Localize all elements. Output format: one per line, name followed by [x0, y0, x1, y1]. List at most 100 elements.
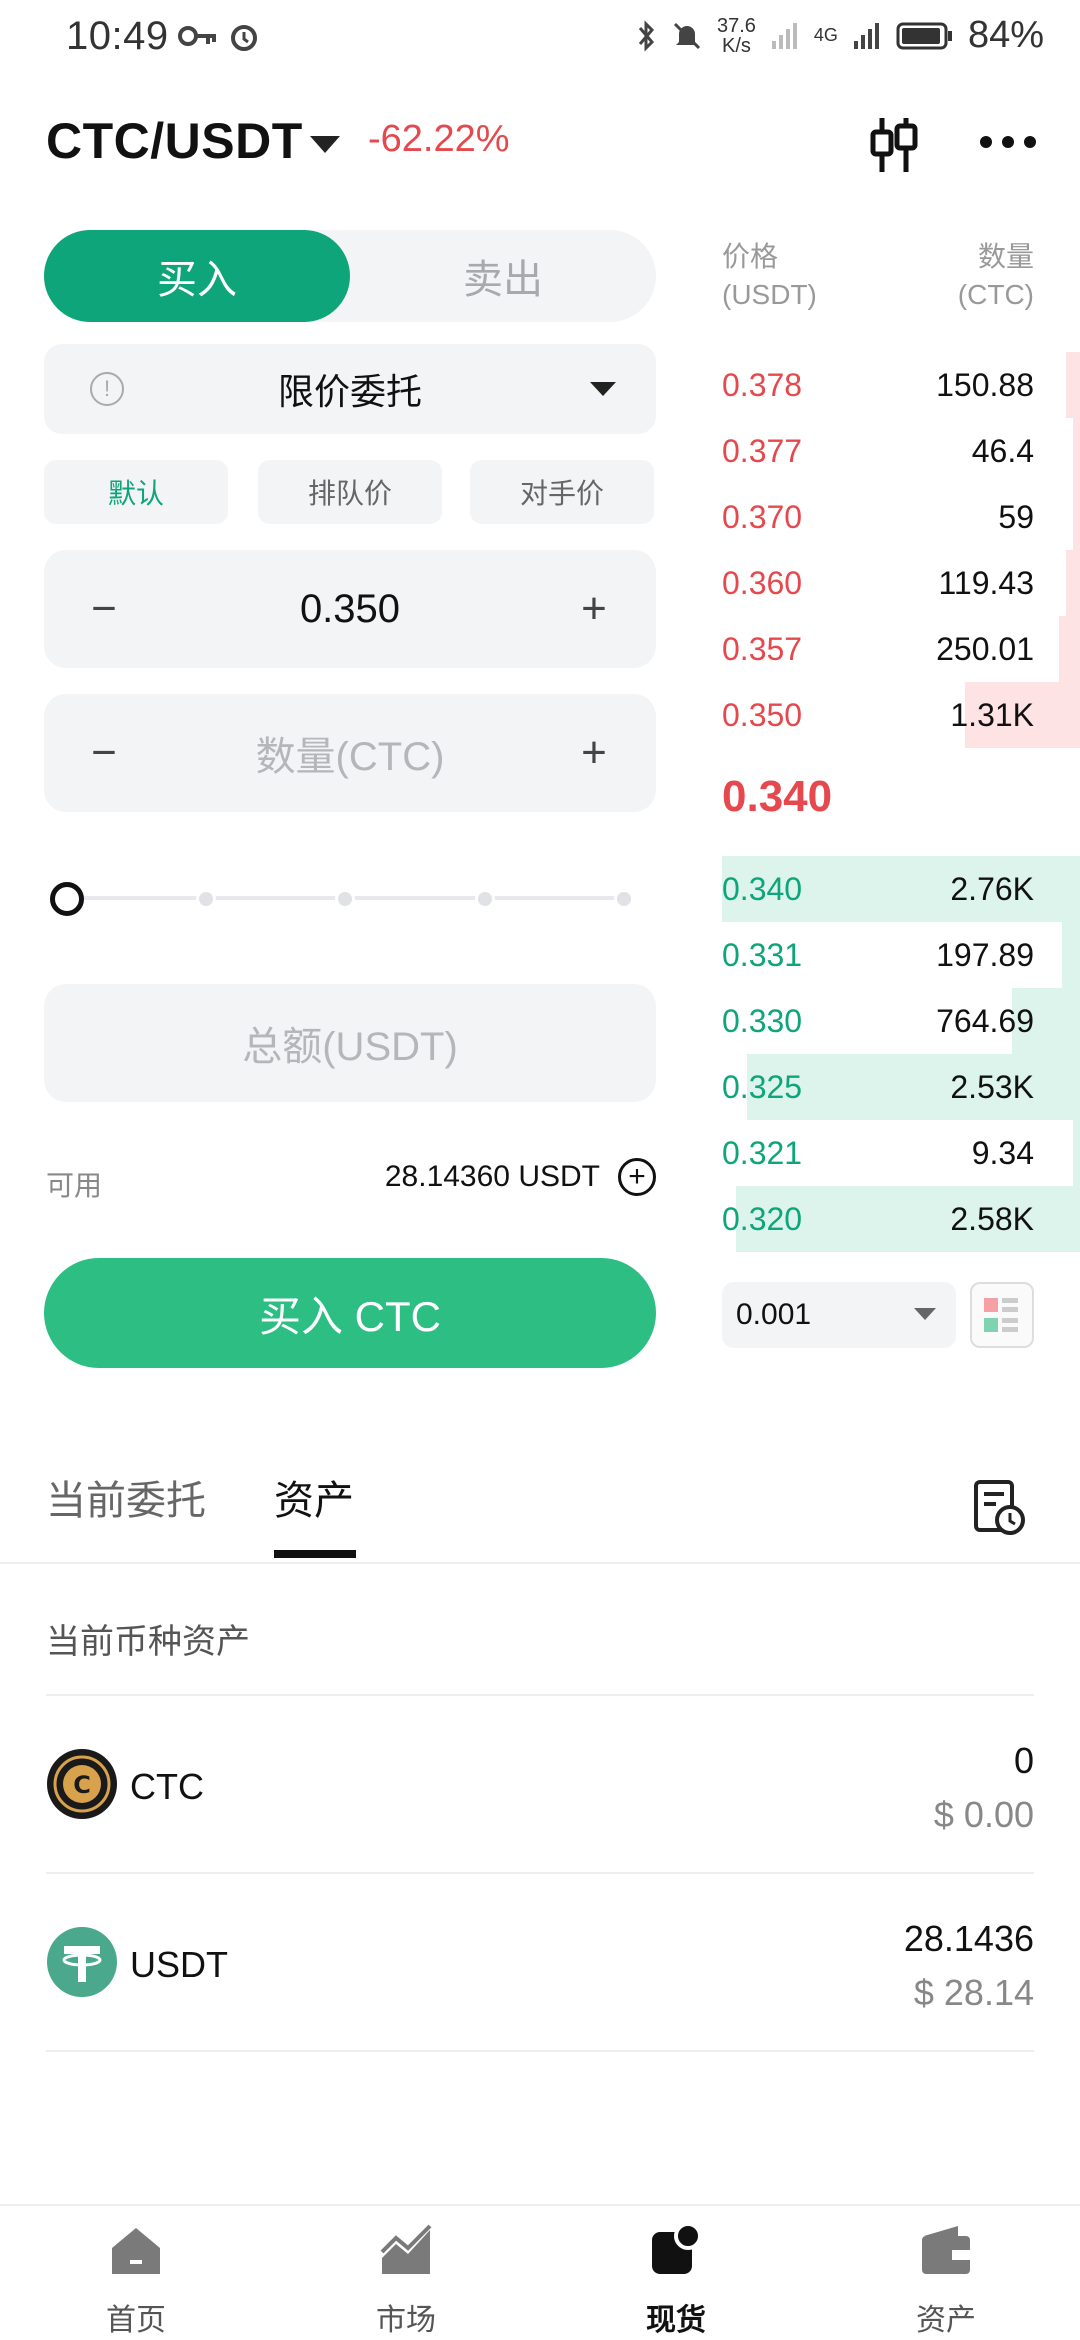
ask-row[interactable]: 0.350 1.31K — [722, 682, 1080, 748]
nav-label-assets: 资产 — [916, 2304, 976, 2337]
bid-price: 0.321 — [722, 1134, 803, 1171]
pair-title[interactable]: CTC/USDT — [46, 112, 303, 170]
amount-minus-button[interactable]: − — [74, 723, 134, 783]
bid-row[interactable]: 0.330 764.69 — [722, 988, 1080, 1054]
bid-row[interactable]: 0.320 2.58K — [722, 1186, 1080, 1252]
order-type-label: 限价委托 — [277, 371, 422, 412]
bid-row[interactable]: 0.321 9.34 — [722, 1120, 1080, 1186]
row-divider — [46, 2050, 1034, 2052]
section-divider — [0, 1562, 1080, 1564]
ask-price: 0.350 — [722, 696, 803, 733]
asset-name-usdt: USDT — [130, 1944, 228, 1985]
bid-price: 0.320 — [722, 1200, 803, 1237]
tab-assets[interactable]: 资产 — [274, 1468, 354, 1526]
nav-assets[interactable]: 资产 — [856, 2222, 1036, 2339]
bid-row[interactable]: 0.325 2.53K — [722, 1054, 1080, 1120]
nav-label-spot: 现货 — [646, 2304, 706, 2337]
pair-dropdown-icon[interactable] — [310, 136, 340, 153]
ctc-coin-icon: C — [47, 1749, 117, 1819]
depth-bar — [1062, 922, 1080, 988]
usdt-coin-icon — [47, 1927, 117, 1997]
battery-icon — [896, 22, 952, 49]
kline-chart-icon[interactable] — [868, 114, 920, 176]
ask-row[interactable]: 0.360 119.43 — [722, 550, 1080, 616]
orderbook-layout-icon — [984, 1298, 1018, 1332]
amount-plus-button[interactable]: + — [564, 723, 624, 783]
ask-qty: 150.88 — [936, 366, 1034, 403]
asset-name-ctc: CTC — [130, 1766, 204, 1807]
ask-price: 0.360 — [722, 564, 803, 601]
orderbook-layout-button[interactable] — [970, 1282, 1034, 1348]
bid-row[interactable]: 0.331 197.89 — [722, 922, 1080, 988]
bid-price: 0.331 — [722, 936, 803, 973]
buy-submit-button[interactable]: 买入 CTC — [44, 1258, 656, 1368]
sell-tab[interactable]: 卖出 — [350, 230, 656, 322]
net-speed: 37.6 K/s — [717, 16, 756, 56]
nav-market[interactable]: 市场 — [316, 2222, 496, 2339]
asset-usd-usdt: $ 28.14 — [913, 1972, 1034, 2013]
bid-qty: 9.34 — [971, 1134, 1034, 1171]
chip-counter-price[interactable]: 对手价 — [470, 460, 654, 524]
signal-4g-icon — [853, 22, 879, 49]
mute-bell-icon — [673, 22, 701, 49]
bid-row[interactable]: 0.340 2.76K — [722, 856, 1080, 922]
depth-bar — [1066, 352, 1080, 418]
tab-current-orders[interactable]: 当前委托 — [46, 1468, 206, 1526]
order-history-icon[interactable] — [972, 1478, 1026, 1536]
active-tab-indicator — [274, 1550, 356, 1558]
alarm-icon — [231, 25, 257, 51]
add-funds-icon[interactable]: + — [618, 1158, 656, 1196]
more-icon[interactable] — [978, 134, 1038, 150]
row-divider — [46, 1694, 1034, 1696]
ask-row[interactable]: 0.377 46.4 — [722, 418, 1080, 484]
depth-bar — [1073, 484, 1080, 550]
price-minus-button[interactable]: − — [74, 579, 134, 639]
battery-percent: 84% — [967, 14, 1044, 56]
svg-text:C: C — [73, 1771, 91, 1799]
bid-qty: 2.53K — [950, 1068, 1034, 1105]
bid-price: 0.330 — [722, 1002, 803, 1039]
bid-qty: 2.76K — [950, 870, 1034, 907]
available-value: 28.14360 USDT — [384, 1160, 600, 1193]
home-icon — [112, 2228, 160, 2274]
price-plus-button[interactable]: + — [564, 579, 624, 639]
net-speed-unit: K/s — [722, 34, 751, 57]
ask-row[interactable]: 0.378 150.88 — [722, 352, 1080, 418]
slider-mark-100[interactable] — [614, 889, 634, 909]
asset-amount-usdt: 28.1436 — [903, 1918, 1034, 1959]
slider-mark-50[interactable] — [335, 889, 355, 909]
slider-mark-75[interactable] — [475, 889, 495, 909]
nav-spot[interactable]: 现货 — [586, 2222, 766, 2339]
status-right: 37.6 K/s 4G 84% — [637, 14, 1044, 57]
bid-price: 0.325 — [722, 1068, 803, 1105]
network-type: 4G — [813, 25, 838, 45]
ask-row[interactable]: 0.370 59 — [722, 484, 1080, 550]
chip-queue-price[interactable]: 排队价 — [258, 460, 442, 524]
app-root: 10:49 37.6 K/s 4G 84% CTC/USDT -62.22% 买入… — [0, 0, 1080, 2340]
qty-header-label: 数量 — [977, 241, 1034, 272]
ask-row[interactable]: 0.357 250.01 — [722, 616, 1080, 682]
slider-mark-25[interactable] — [196, 889, 216, 909]
bid-qty: 764.69 — [936, 1002, 1034, 1039]
available-label: 可用 — [46, 1170, 103, 1201]
nav-home[interactable]: 首页 — [46, 2222, 226, 2339]
buy-tab[interactable]: 买入 — [44, 230, 350, 322]
asset-amount-ctc: 0 — [1013, 1740, 1034, 1781]
bid-price: 0.340 — [722, 870, 803, 907]
price-change: -62.22% — [368, 118, 510, 160]
price-header-label: 价格 — [722, 241, 779, 272]
depth-bar — [1066, 550, 1080, 616]
bid-qty: 197.89 — [936, 936, 1034, 973]
last-price: 0.340 — [722, 772, 833, 821]
chip-default[interactable]: 默认 — [44, 460, 228, 524]
precision-caret-icon — [914, 1308, 936, 1320]
slider-handle[interactable] — [50, 882, 84, 916]
key-icon — [178, 26, 216, 46]
ask-price: 0.377 — [722, 432, 803, 469]
depth-bar — [1073, 1120, 1080, 1186]
section-title: 当前币种资产 — [46, 1623, 250, 1661]
ask-qty: 59 — [998, 498, 1034, 535]
total-input[interactable]: 总额(USDT) — [44, 984, 656, 1102]
wallet-icon — [922, 2226, 970, 2274]
ask-qty: 46.4 — [971, 432, 1034, 469]
